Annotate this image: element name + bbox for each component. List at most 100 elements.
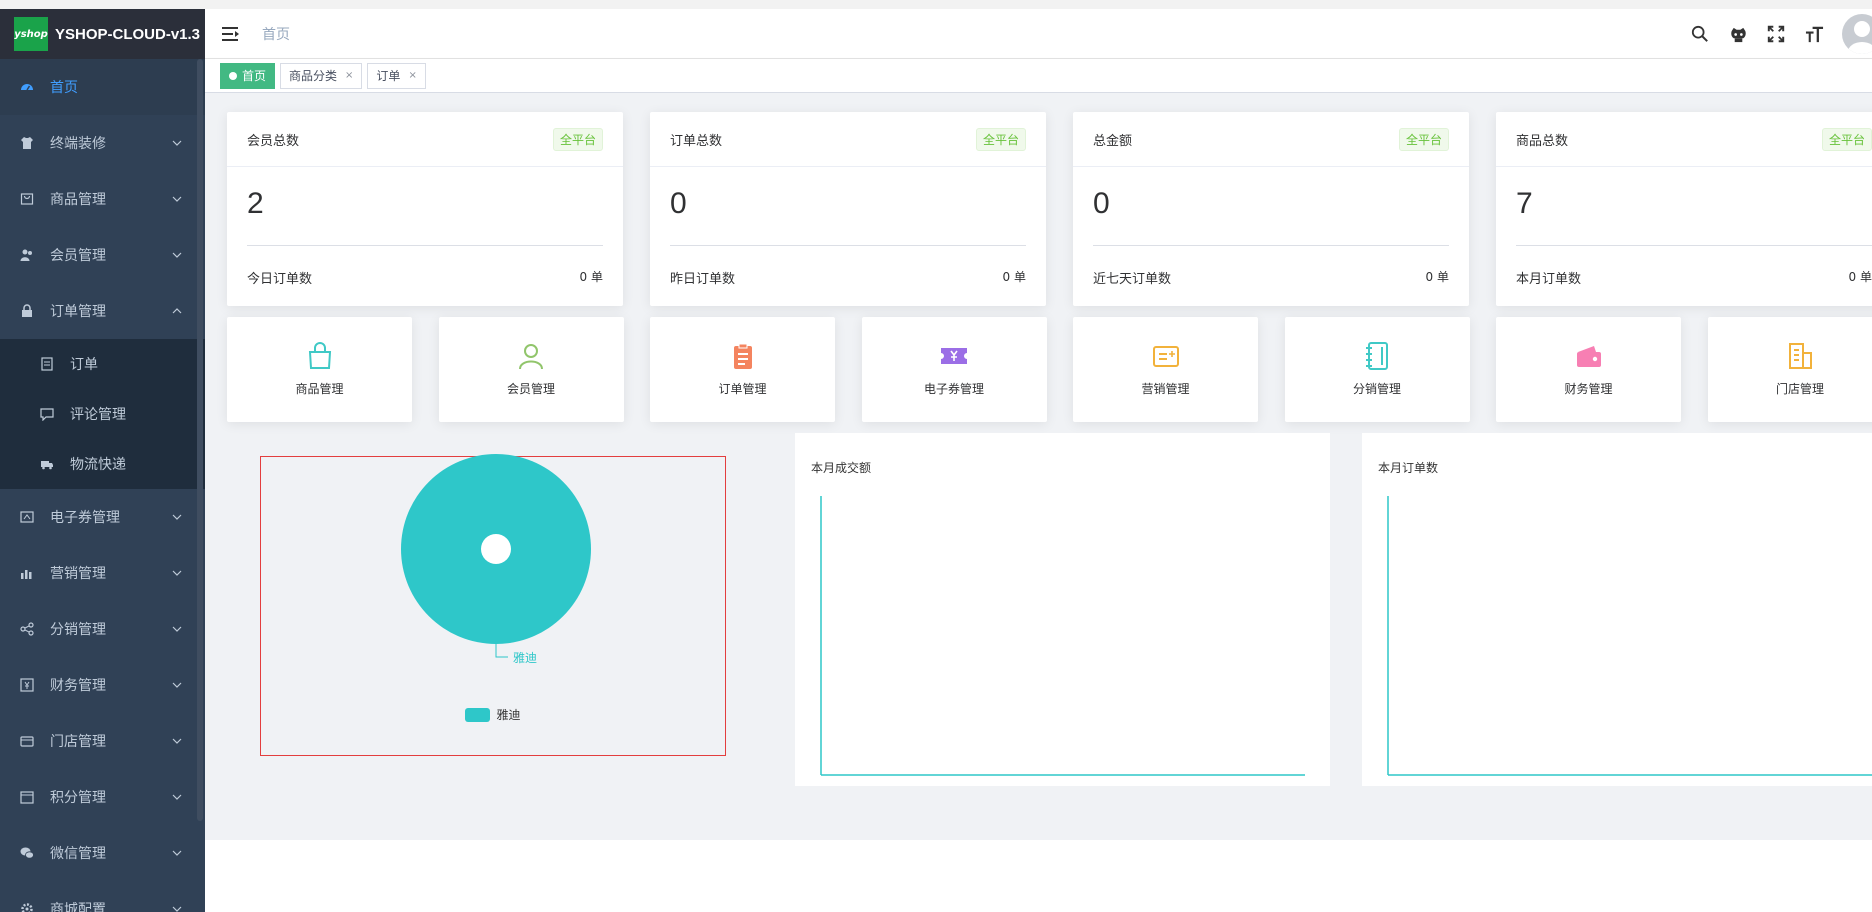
gear-icon xyxy=(20,902,34,912)
status-badge: 全平台 xyxy=(1398,127,1449,151)
fullscreen-icon[interactable] xyxy=(1766,24,1786,44)
chevron-down-icon xyxy=(171,903,183,912)
search-icon[interactable] xyxy=(1690,24,1710,44)
sidebar-item-label: 门店管理 xyxy=(50,734,106,750)
sidebar-item-4[interactable]: 订单管理 xyxy=(0,283,205,339)
shortcut-2[interactable]: 订单管理 xyxy=(650,317,835,422)
breadcrumb: 首页 xyxy=(262,26,290,43)
bag-icon xyxy=(20,192,34,206)
sidebar-item-1[interactable]: 终端装修 xyxy=(0,115,205,171)
line-chart-axes xyxy=(820,496,1305,776)
share-icon xyxy=(20,622,34,636)
wechat-icon xyxy=(20,846,34,860)
sidebar-item-9[interactable]: 门店管理 xyxy=(0,713,205,769)
stat-footer: 近七天订单数 0 单 xyxy=(1073,246,1469,287)
stat-card-header: 商品总数 全平台 xyxy=(1496,112,1872,167)
pie-chart: 雅迪 雅迪 xyxy=(260,454,726,756)
sidebar-item-2[interactable]: 商品管理 xyxy=(0,171,205,227)
stat-card-header: 订单总数 全平台 xyxy=(650,112,1046,167)
shirt-icon xyxy=(20,136,34,150)
stat-foot-value: 0 单 xyxy=(579,270,603,284)
pie-legend[interactable]: 雅迪 xyxy=(261,706,725,723)
truck-icon xyxy=(40,457,54,471)
sidebar-item-label: 商城配置 xyxy=(50,902,106,912)
stat-foot-label: 近七天订单数 xyxy=(1093,272,1172,287)
peoples-icon xyxy=(20,248,34,262)
tag-2[interactable]: 订单 × xyxy=(367,62,426,89)
tag-1[interactable]: 商品分类 × xyxy=(280,62,363,89)
sidebar-item-8[interactable]: 财务管理 xyxy=(0,657,205,713)
status-badge: 全平台 xyxy=(1821,127,1872,151)
shortcut-3[interactable]: 电子券管理 xyxy=(861,317,1047,422)
comment-icon xyxy=(40,407,54,421)
hamburger-icon[interactable] xyxy=(222,25,240,43)
sidebar-item-label: 财务管理 xyxy=(50,678,106,694)
sidebar-item-label: 订单管理 xyxy=(50,304,106,320)
sidebar-item-label: 首页 xyxy=(50,80,78,96)
stat-title: 商品总数 xyxy=(1516,133,1569,149)
github-icon[interactable] xyxy=(1728,24,1748,44)
shortcut-label: 门店管理 xyxy=(1775,382,1824,396)
sidebar-item-0[interactable]: 首页 xyxy=(0,59,205,115)
stat-title: 总金额 xyxy=(1093,133,1133,149)
submenu-item-2[interactable]: 物流快递 xyxy=(0,439,205,489)
shortcut-5[interactable]: 分销管理 xyxy=(1284,317,1470,422)
stat-card-0: 会员总数 全平台 2 今日订单数 0 单 xyxy=(227,112,623,306)
sidebar-item-label: 营销管理 xyxy=(50,566,106,582)
sidebar: yshop YSHOP-CLOUD-v1.3 首页 终端装修 商品管理 会员管理… xyxy=(0,9,205,912)
chevron-down-icon xyxy=(171,137,183,149)
chevron-down-icon xyxy=(171,679,183,691)
orders-line-chart: 本月订单数 xyxy=(1362,433,1872,786)
shortcut-0[interactable]: 商品管理 xyxy=(227,317,412,422)
shortcut-1[interactable]: 会员管理 xyxy=(438,317,624,422)
sidebar-scrollbar[interactable] xyxy=(197,59,203,821)
close-icon[interactable]: × xyxy=(408,70,416,81)
navbar: 首页 xyxy=(205,9,1872,59)
legend-label: 雅迪 xyxy=(496,708,521,722)
building-icon xyxy=(1786,342,1814,380)
sidebar-item-11[interactable]: 微信管理 xyxy=(0,825,205,881)
stat-foot-value: 0 单 xyxy=(1425,270,1449,284)
submenu-item-1[interactable]: 评论管理 xyxy=(0,389,205,439)
chevron-down-icon xyxy=(171,249,183,261)
chevron-down-icon xyxy=(171,193,183,205)
shortcut-4[interactable]: 营销管理 xyxy=(1073,317,1258,422)
stat-card-header: 总金额 全平台 xyxy=(1073,112,1469,167)
sidebar-item-10[interactable]: 积分管理 xyxy=(0,769,205,825)
main-content: 会员总数 全平台 2 今日订单数 0 单 订单总数 全平台 0 昨日订单数 0 … xyxy=(205,93,1872,840)
avatar[interactable] xyxy=(1842,14,1872,54)
sidebar-item-3[interactable]: 会员管理 xyxy=(0,227,205,283)
chevron-up-icon xyxy=(171,305,183,317)
sidebar-item-label: 分销管理 xyxy=(50,622,106,638)
line-chart-axes xyxy=(1387,496,1872,776)
shortcut-label: 会员管理 xyxy=(506,382,555,396)
tag-0[interactable]: 首页 xyxy=(220,62,276,89)
pie-center-hole xyxy=(481,534,511,564)
shortcut-7[interactable]: 门店管理 xyxy=(1707,317,1872,422)
font-size-icon[interactable] xyxy=(1804,24,1824,44)
sidebar-item-12[interactable]: 商城配置 xyxy=(0,881,205,912)
stat-value: 0 xyxy=(670,187,687,220)
wallet-icon xyxy=(1575,342,1603,380)
stat-value: 0 xyxy=(1093,187,1110,220)
sidebar-item-7[interactable]: 分销管理 xyxy=(0,601,205,657)
order-submenu: 订单 评论管理 物流快递 xyxy=(0,339,205,489)
sidebar-item-label: 会员管理 xyxy=(50,248,106,264)
stat-foot-label: 昨日订单数 xyxy=(670,272,736,287)
stat-card-header: 会员总数 全平台 xyxy=(227,112,623,167)
close-icon[interactable]: × xyxy=(345,70,353,81)
sidebar-item-6[interactable]: 营销管理 xyxy=(0,545,205,601)
pie-label-line xyxy=(495,644,508,658)
stat-foot-label: 今日订单数 xyxy=(247,272,313,287)
calendar-icon xyxy=(20,790,34,804)
ticket-icon xyxy=(940,342,968,380)
sidebar-logo[interactable]: yshop YSHOP-CLOUD-v1.3 xyxy=(0,9,205,59)
chevron-down-icon xyxy=(171,623,183,635)
shopping-bag-icon xyxy=(306,342,334,380)
dashboard-icon xyxy=(20,80,34,94)
submenu-item-0[interactable]: 订单 xyxy=(0,339,205,389)
sidebar-item-5[interactable]: 电子券管理 xyxy=(0,489,205,545)
shortcut-6[interactable]: 财务管理 xyxy=(1496,317,1681,422)
tag-label: 商品分类 xyxy=(289,69,338,83)
pie-slice-label: 雅迪 xyxy=(513,651,538,665)
